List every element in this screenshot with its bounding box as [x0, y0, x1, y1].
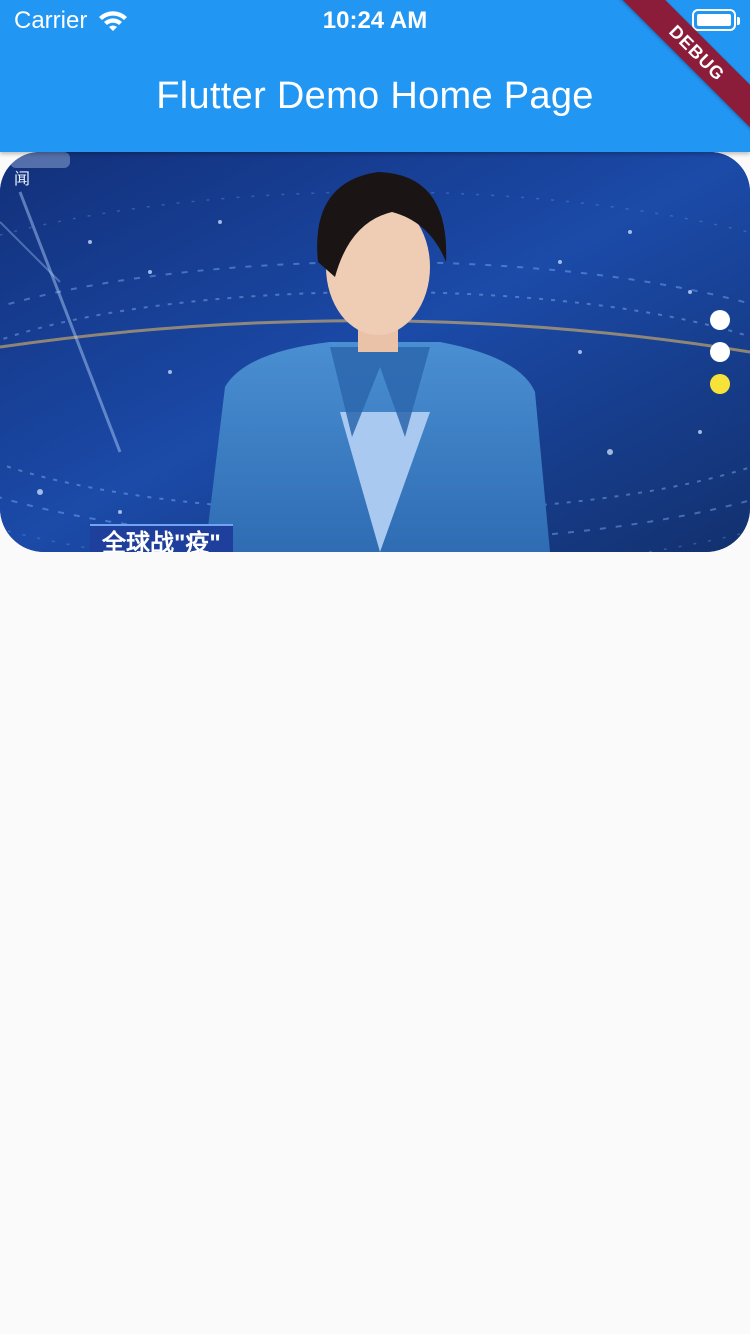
image-carousel[interactable]: 闻 全球战"疫"	[0, 152, 750, 552]
page-title: Flutter Demo Home Page	[156, 75, 594, 117]
carousel-dot-3-active[interactable]	[710, 374, 730, 394]
battery-icon	[692, 9, 740, 31]
carousel-dot-1[interactable]	[710, 310, 730, 330]
carousel-dot-2[interactable]	[710, 342, 730, 362]
app-bar: Carrier 10:24 AM Flutter Demo Home Page …	[0, 0, 750, 152]
news-caption: 全球战"疫"	[90, 524, 233, 552]
news-anchor-image	[0, 152, 750, 552]
channel-logo: 闻	[14, 171, 31, 188]
carousel-indicator[interactable]	[710, 310, 730, 394]
